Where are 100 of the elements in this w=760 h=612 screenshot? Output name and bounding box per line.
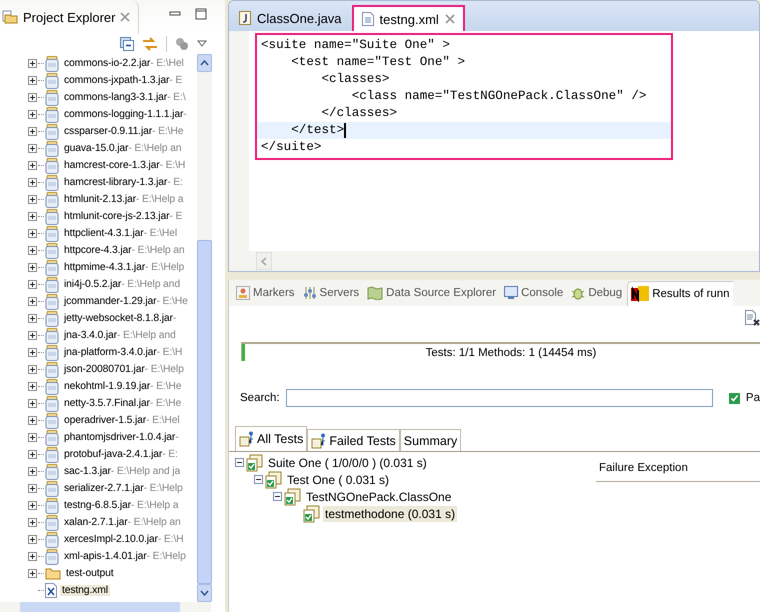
tree-item[interactable]: xalan-2.7.1.jar- E:\Help an bbox=[62, 517, 183, 528]
view-tab[interactable]: Servers bbox=[300, 281, 362, 305]
tree-item[interactable]: cssparser-0.9.11.jar- E:\He bbox=[62, 126, 186, 137]
test-tree-item[interactable]: TestNGOnePack.ClassOne bbox=[304, 488, 454, 504]
tree-item[interactable]: operadriver-1.5.jar- E:\Hel bbox=[62, 415, 182, 426]
tree-item[interactable]: protobuf-java-2.4.1.jar- E: bbox=[62, 449, 180, 460]
expand-icon[interactable] bbox=[28, 535, 37, 544]
expand-icon[interactable] bbox=[28, 416, 37, 425]
expand-icon[interactable] bbox=[28, 365, 37, 374]
collapse-icon[interactable] bbox=[254, 475, 263, 484]
expand-icon[interactable] bbox=[28, 314, 37, 323]
expand-icon[interactable] bbox=[28, 348, 37, 357]
view-menu-icon[interactable] bbox=[197, 40, 207, 48]
view-tab[interactable]: Data Source Explorer bbox=[364, 281, 500, 305]
tree-item[interactable]: httpmime-4.3.1.jar- E:\Help bbox=[62, 262, 186, 273]
expand-icon[interactable] bbox=[28, 195, 37, 204]
expand-icon[interactable] bbox=[28, 501, 37, 510]
tree-item[interactable]: test-output bbox=[64, 568, 116, 579]
view-tab[interactable]: Console bbox=[501, 281, 566, 305]
expand-icon[interactable] bbox=[28, 76, 37, 85]
expand-icon[interactable] bbox=[28, 246, 37, 255]
vertical-scrollbar[interactable] bbox=[197, 54, 212, 602]
link-arrows-icon[interactable] bbox=[142, 37, 158, 51]
collapse-icon[interactable] bbox=[273, 492, 282, 501]
jar-icon bbox=[45, 396, 59, 412]
tree-item[interactable]: commons-jxpath-1.3.jar- E bbox=[62, 75, 184, 86]
tree-item[interactable]: jetty-websocket-8.1.8.jar- bbox=[62, 313, 178, 324]
tree-item[interactable]: httpclient-4.3.1.jar- E:\Hel bbox=[62, 228, 180, 239]
test-tree-item[interactable]: Test One ( 0.031 s) bbox=[285, 472, 392, 488]
tree-item[interactable]: nekohtml-1.9.19.jar- E:\He bbox=[62, 381, 184, 392]
editor-tab[interactable]: testng.xml bbox=[352, 5, 465, 31]
tree-item[interactable]: jna-platform-3.4.0.jar- E:\H bbox=[62, 347, 184, 358]
jar-icon bbox=[45, 514, 59, 530]
tree-item[interactable]: testng.xml bbox=[60, 585, 110, 596]
tree-item[interactable]: commons-logging-1.1.1.jar- bbox=[62, 109, 189, 120]
expand-icon[interactable] bbox=[28, 212, 37, 221]
code-line: </classes> bbox=[320, 105, 398, 122]
view-tab[interactable]: Results of runn bbox=[627, 280, 733, 306]
clear-results-icon[interactable] bbox=[744, 310, 760, 326]
expand-icon[interactable] bbox=[28, 229, 37, 238]
expand-icon[interactable] bbox=[28, 518, 37, 527]
results-tab[interactable]: Failed Tests bbox=[307, 429, 400, 451]
tree-item[interactable]: serializer-2.7.1.jar- E:\Help bbox=[62, 483, 185, 494]
tree-item[interactable]: htmlunit-2.13.jar- E:\Help a bbox=[62, 194, 186, 205]
tree-item[interactable]: guava-15.0.jar- E:\Help an bbox=[62, 143, 184, 154]
view-tab[interactable]: Debug bbox=[568, 281, 626, 305]
tree-item[interactable]: phantomjsdriver-1.0.4.jar- bbox=[62, 432, 180, 443]
horizontal-scrollbar[interactable] bbox=[0, 602, 211, 612]
servers-icon bbox=[302, 286, 317, 300]
tree-item[interactable]: hamcrest-core-1.3.jar- E:\H bbox=[62, 160, 188, 171]
expand-icon[interactable] bbox=[28, 399, 37, 408]
editor-tab[interactable]: ClassOne.java bbox=[229, 5, 352, 31]
tree-item[interactable]: ini4j-0.5.2.jar- E:\Help and bbox=[62, 279, 182, 290]
search-field[interactable] bbox=[286, 389, 713, 407]
expand-icon[interactable] bbox=[28, 127, 37, 136]
folder-icon bbox=[45, 567, 61, 580]
expand-icon[interactable] bbox=[28, 450, 37, 459]
expand-icon[interactable] bbox=[28, 263, 37, 272]
expand-icon[interactable] bbox=[28, 569, 37, 578]
expand-icon[interactable] bbox=[28, 552, 37, 561]
expand-icon[interactable] bbox=[28, 110, 37, 119]
view-tab[interactable]: Markers bbox=[233, 281, 298, 305]
collapse-all-icon[interactable] bbox=[120, 37, 134, 51]
expand-icon[interactable] bbox=[28, 280, 37, 289]
jar-icon bbox=[45, 242, 59, 258]
close-icon[interactable] bbox=[120, 12, 130, 22]
tree-item[interactable]: hamcrest-library-1.3.jar- E: bbox=[62, 177, 185, 188]
collapse-icon[interactable] bbox=[235, 458, 244, 467]
expand-icon[interactable] bbox=[28, 178, 37, 187]
expand-icon[interactable] bbox=[28, 484, 37, 493]
tree-item[interactable]: commons-io-2.2.jar- E:\Hel bbox=[62, 58, 186, 69]
expand-icon[interactable] bbox=[28, 382, 37, 391]
tree-item[interactable]: xml-apis-1.4.01.jar- E:\Help bbox=[62, 551, 188, 562]
results-tab[interactable]: Summary bbox=[400, 429, 462, 451]
test-tree-item[interactable]: Suite One ( 1/0/0/0 ) (0.031 s) bbox=[266, 454, 429, 470]
maximize-icon[interactable] bbox=[195, 8, 207, 20]
checkbox[interactable] bbox=[728, 392, 740, 404]
tree-item[interactable]: sac-1.3.jar- E:\Help and ja bbox=[62, 466, 182, 477]
tree-item[interactable]: netty-3.5.7.Final.jar- E:\He bbox=[62, 398, 184, 409]
tree-item[interactable]: json-20080701.jar- E:\Help bbox=[62, 364, 186, 375]
tree-item[interactable]: testng-6.8.5.jar- E:\Help a bbox=[62, 500, 180, 511]
tree-item[interactable]: httpcore-4.3.jar- E:\Help an bbox=[62, 245, 187, 256]
expand-icon[interactable] bbox=[28, 161, 37, 170]
expand-icon[interactable] bbox=[28, 59, 37, 68]
expand-icon[interactable] bbox=[28, 331, 37, 340]
tree-item[interactable]: jna-3.4.0.jar- E:\Help and bbox=[62, 330, 178, 341]
bug-icon bbox=[571, 286, 586, 300]
expand-icon[interactable] bbox=[28, 144, 37, 153]
expand-icon[interactable] bbox=[28, 433, 37, 442]
close-icon[interactable] bbox=[444, 14, 455, 24]
expand-icon[interactable] bbox=[28, 467, 37, 476]
expand-icon[interactable] bbox=[28, 93, 37, 102]
expand-icon[interactable] bbox=[28, 297, 37, 306]
test-passed-icon bbox=[284, 488, 302, 506]
tree-item[interactable]: xercesImpl-2.10.0.jar- E:\H bbox=[62, 534, 186, 545]
tree-item[interactable]: htmlunit-core-js-2.13.jar- E bbox=[62, 211, 184, 222]
tree-item[interactable]: jcommander-1.29.jar- E:\He bbox=[62, 296, 190, 307]
results-tab[interactable]: All Tests bbox=[235, 426, 308, 451]
tree-item[interactable]: commons-lang3-3.1.jar- E:\ bbox=[62, 92, 188, 103]
test-tree-item[interactable]: testmethodone (0.031 s) bbox=[323, 506, 458, 522]
